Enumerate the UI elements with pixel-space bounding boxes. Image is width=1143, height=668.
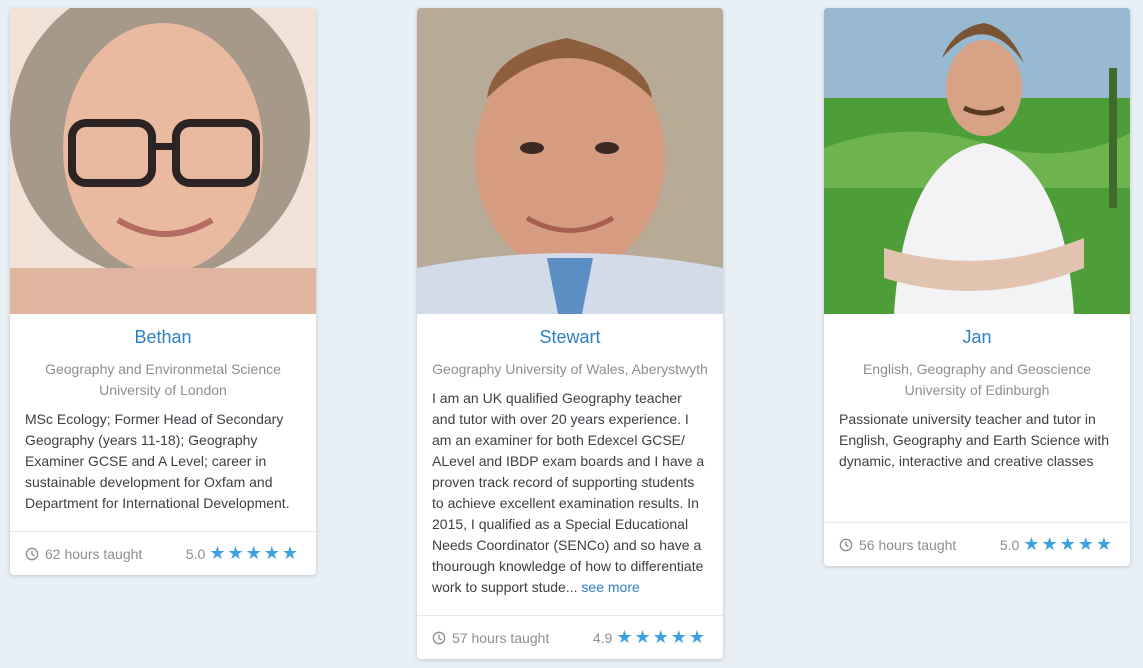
tutor-subject-university: English, Geography and Geoscience Univer… bbox=[824, 359, 1130, 401]
rating-value: 5.0 bbox=[999, 536, 1020, 553]
rating-value: 4.9 bbox=[592, 629, 613, 646]
hours-taught-label: 62 hours taught bbox=[45, 545, 143, 562]
tutor-subject: Geography University of Wales, Aberystwy… bbox=[432, 361, 708, 377]
hours-taught: 56 hours taught bbox=[839, 537, 956, 553]
rating: 5.0 ★★★★★ bbox=[186, 543, 300, 564]
tutor-university: University of Edinburgh bbox=[904, 382, 1050, 398]
tutor-bio: Passionate university teacher and tutor … bbox=[839, 411, 1110, 469]
tutor-name[interactable]: Jan bbox=[824, 327, 1130, 351]
tutor-photo[interactable] bbox=[824, 8, 1130, 314]
tutor-subject-university: Geography and Environmetal Science Unive… bbox=[10, 359, 316, 401]
tutor-name[interactable]: Stewart bbox=[417, 327, 723, 351]
tutor-subject: Geography and Environmetal Science bbox=[45, 361, 281, 377]
hours-taught-label: 57 hours taught bbox=[452, 629, 550, 646]
tutor-bio: I am an UK qualified Geography teacher a… bbox=[417, 388, 723, 598]
tutor-subject: English, Geography and Geoscience bbox=[862, 361, 1092, 377]
tutor-card-bethan[interactable]: Bethan Geography and Environmetal Scienc… bbox=[10, 8, 316, 575]
clock-icon bbox=[25, 547, 39, 560]
hours-taught: 57 hours taught bbox=[432, 630, 549, 646]
rating: 4.9 ★★★★★ bbox=[593, 627, 707, 648]
tutor-footer: 56 hours taught 5.0 ★★★★★ bbox=[824, 522, 1130, 566]
tutor-bio-text: I am an UK qualified Geography teacher a… bbox=[432, 390, 705, 595]
tutor-photo[interactable] bbox=[417, 8, 723, 314]
tutor-card-jan[interactable]: Jan English, Geography and Geoscience Un… bbox=[824, 8, 1130, 566]
see-more-link[interactable]: see more bbox=[581, 579, 639, 595]
rating-value: 5.0 bbox=[185, 545, 206, 562]
clock-icon bbox=[432, 631, 446, 644]
tutor-subject-university: Geography University of Wales, Aberystwy… bbox=[417, 359, 723, 380]
tutor-card-stewart[interactable]: Stewart Geography University of Wales, A… bbox=[417, 8, 723, 659]
star-rating-icon: ★★★★★ bbox=[1023, 534, 1114, 554]
tutor-footer: 62 hours taught 5.0 ★★★★★ bbox=[10, 531, 316, 575]
star-rating-icon: ★★★★★ bbox=[616, 627, 707, 647]
tutor-name[interactable]: Bethan bbox=[10, 327, 316, 351]
clock-icon bbox=[839, 538, 853, 551]
rating: 5.0 ★★★★★ bbox=[1000, 534, 1114, 555]
star-rating-icon: ★★★★★ bbox=[209, 543, 300, 563]
tutor-bio: MSc Ecology; Former Head of Secondary Ge… bbox=[25, 411, 290, 511]
hours-taught: 62 hours taught bbox=[25, 546, 142, 562]
hours-taught-label: 56 hours taught bbox=[859, 536, 957, 553]
tutor-photo[interactable] bbox=[10, 8, 316, 314]
tutor-university: University of London bbox=[99, 382, 227, 398]
tutor-footer: 57 hours taught 4.9 ★★★★★ bbox=[417, 615, 723, 659]
